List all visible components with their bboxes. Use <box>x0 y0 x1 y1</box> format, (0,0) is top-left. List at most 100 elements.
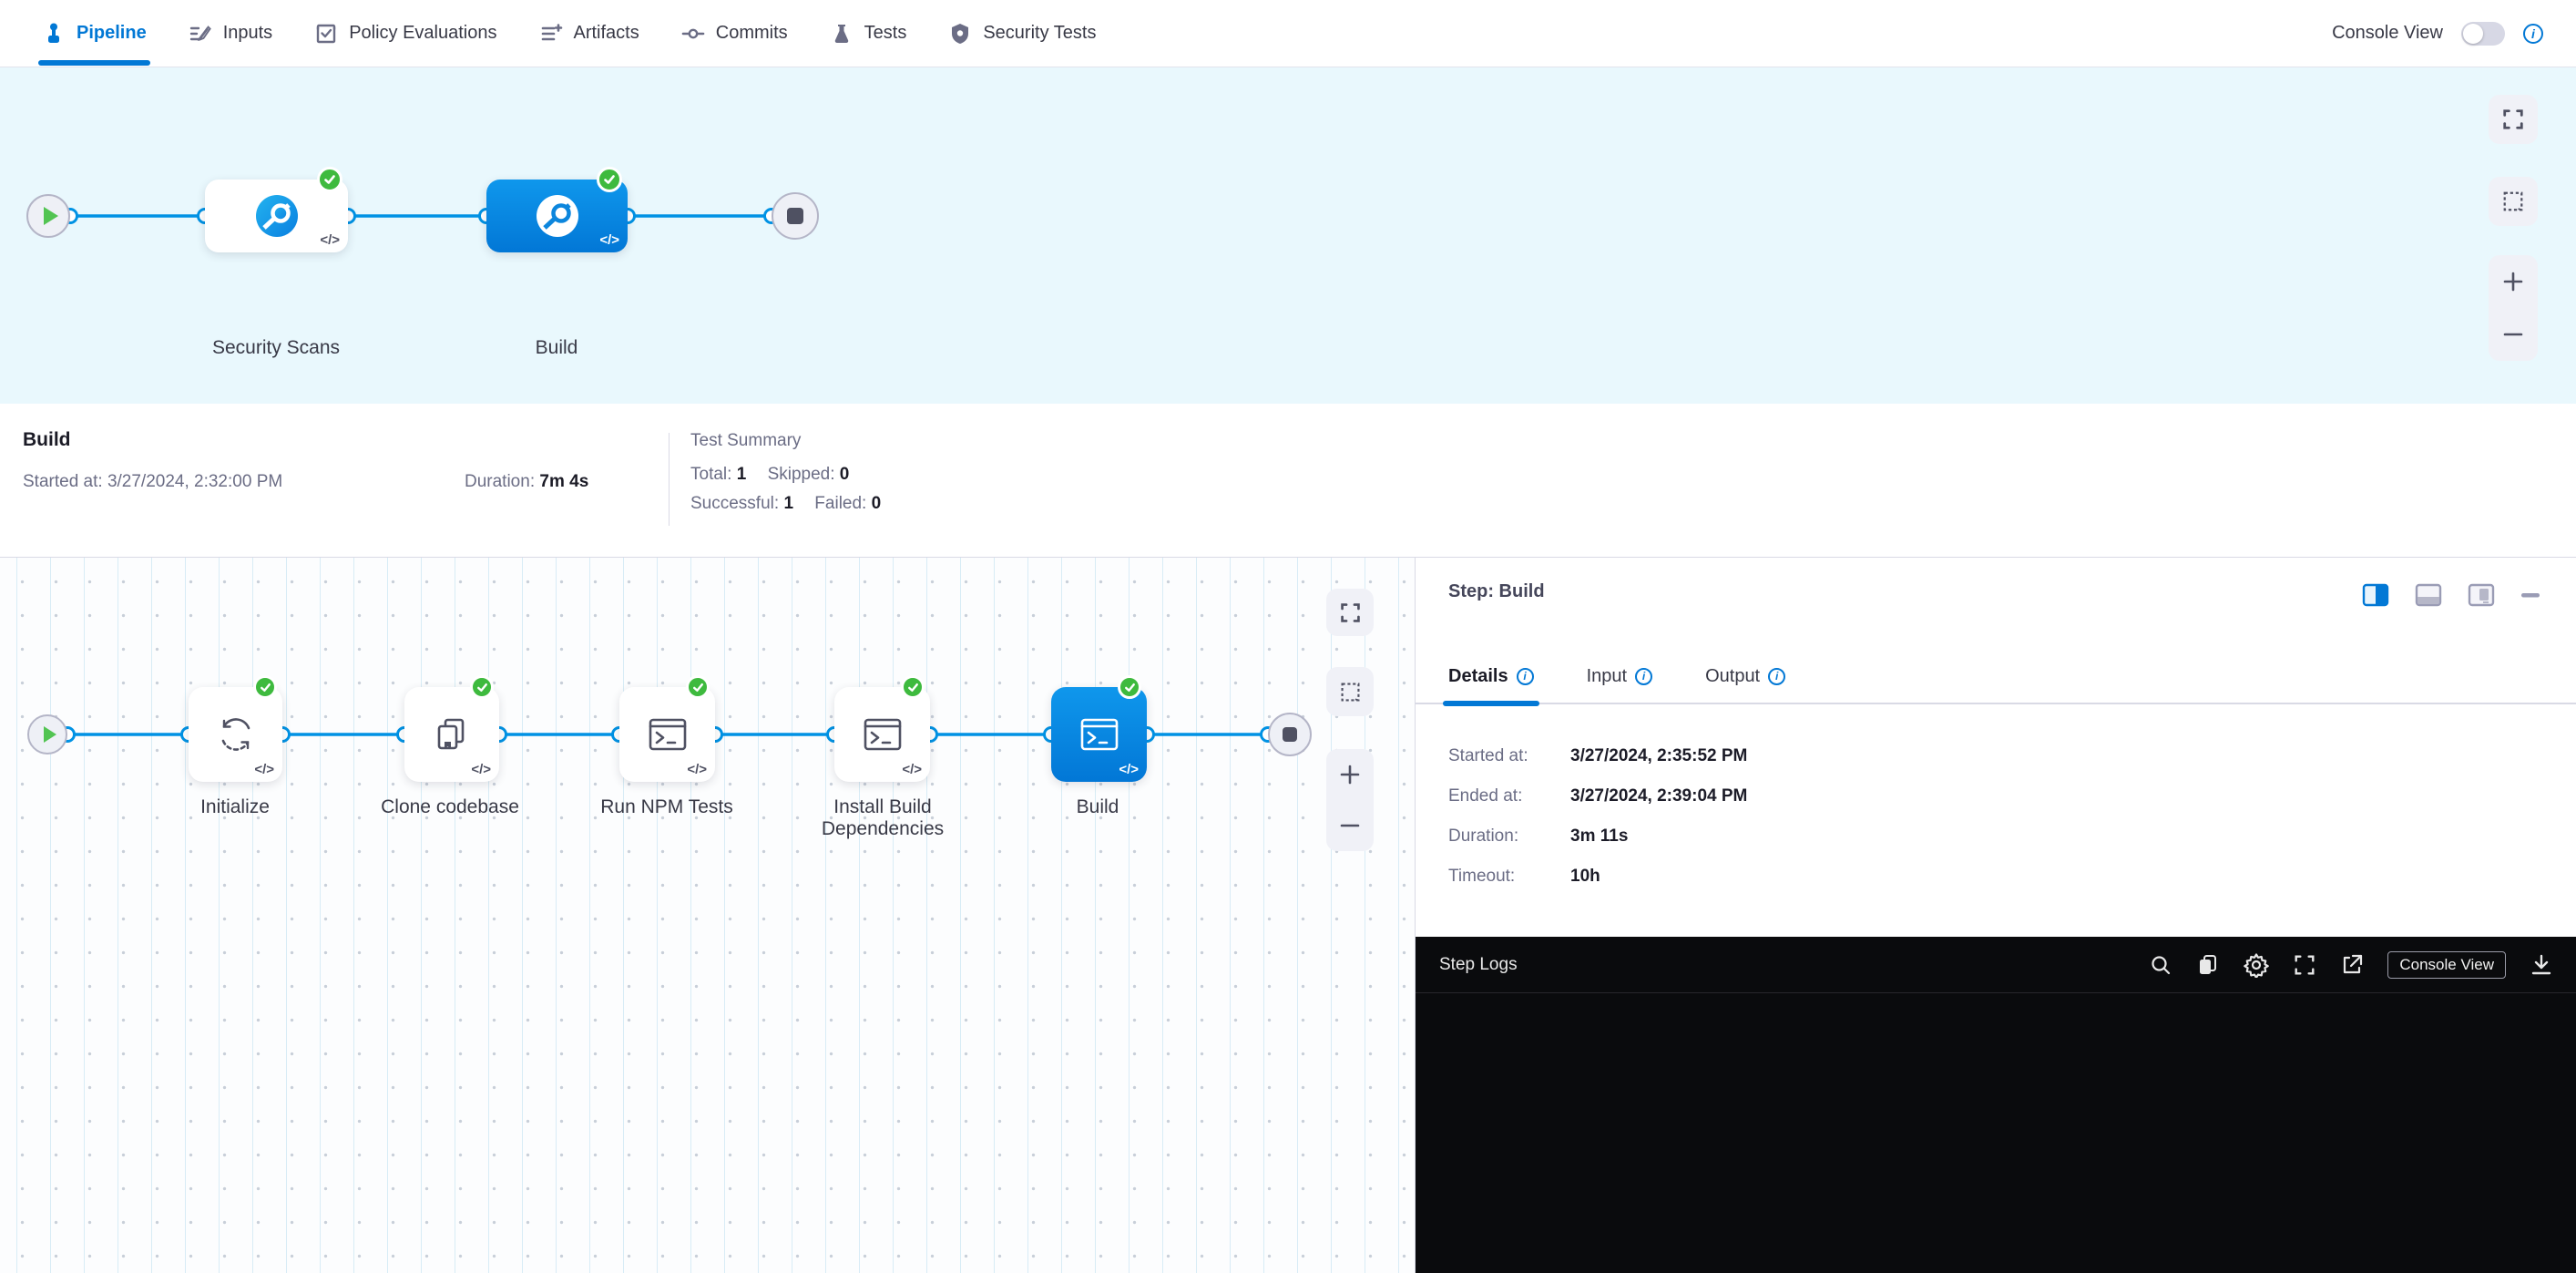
tab-input[interactable]: Input i <box>1587 648 1652 704</box>
duration-label: Duration: <box>465 472 535 491</box>
tab-tests[interactable]: Tests <box>830 0 907 67</box>
zoom-in-button[interactable] <box>2502 271 2524 293</box>
marquee-select-button[interactable] <box>1326 667 1374 716</box>
tab-inputs[interactable]: Inputs <box>189 0 272 67</box>
input-info-icon[interactable]: i <box>1635 668 1652 685</box>
toggle-knob <box>2463 24 2483 44</box>
step-node-build[interactable]: </> <box>1051 687 1147 782</box>
step-logs-header: Step Logs <box>1416 937 2576 993</box>
zoom-out-button[interactable] <box>1339 815 1361 837</box>
tab-label: Tests <box>864 23 907 44</box>
step-node-run-npm-tests[interactable]: </> <box>619 687 715 782</box>
details-info-icon[interactable]: i <box>1517 668 1534 685</box>
failed-value: 0 <box>872 494 882 513</box>
fullscreen-icon[interactable] <box>2293 953 2316 977</box>
layout-split-right-icon[interactable] <box>2361 581 2390 609</box>
detail-row: Duration: 3m 11s <box>1448 816 1747 857</box>
open-external-icon[interactable] <box>2340 953 2364 977</box>
log-lines[interactable]: 18326info3/27/2024, 2:38:59 PM[18:38:59]… <box>1416 993 2576 1268</box>
tab-label: Pipeline <box>77 23 147 44</box>
step-panel-tabs: Details i Input i Output i <box>1416 648 2576 704</box>
success-badge <box>686 675 710 699</box>
tab-pipeline[interactable]: Pipeline <box>42 0 147 67</box>
tab-label: Commits <box>716 23 788 44</box>
stage-connectors <box>0 67 2576 404</box>
log-line: 18329info3/27/2024, 2:38:59 PM[18:38:59]… <box>1416 1101 2576 1134</box>
detail-row: Started at: 3/27/2024, 2:35:52 PM <box>1448 736 1747 776</box>
success-badge <box>597 167 622 192</box>
clone-copy-icon <box>428 711 475 758</box>
tab-label: Input <box>1587 666 1627 687</box>
step-start-node[interactable] <box>27 714 67 755</box>
console-view-button[interactable]: Console View <box>2387 951 2506 979</box>
success-badge <box>1118 675 1141 699</box>
tab-output[interactable]: Output i <box>1705 648 1785 704</box>
policy-check-icon <box>314 22 338 46</box>
info-icon[interactable]: i <box>2523 24 2543 44</box>
skipped-value: 0 <box>840 465 850 484</box>
tab-details[interactable]: Details i <box>1448 648 1534 704</box>
detail-value: 3/27/2024, 2:35:52 PM <box>1570 746 1747 766</box>
tab-artifacts[interactable]: Artifacts <box>539 0 639 67</box>
tab-commits[interactable]: Commits <box>681 0 788 67</box>
tab-label: Artifacts <box>574 23 639 44</box>
log-line: 18333info3/27/2024, 2:38:59 PM[18:38:59]… <box>1416 1234 2576 1268</box>
stop-icon <box>1283 727 1297 742</box>
tab-label: Inputs <box>223 23 272 44</box>
layout-split-bottom-icon[interactable] <box>2414 581 2443 609</box>
detail-row: Ended at: 3/27/2024, 2:39:04 PM <box>1448 776 1747 816</box>
layout-floating-panel-icon[interactable] <box>2467 581 2496 609</box>
tab-security-tests[interactable]: Security Tests <box>948 0 1096 67</box>
artifacts-icon <box>539 22 563 46</box>
stage-label: Build <box>452 337 661 359</box>
failed-label: Failed: <box>814 494 866 513</box>
stage-label: Security Scans <box>171 337 381 359</box>
tab-policy-evaluations[interactable]: Policy Evaluations <box>314 0 496 67</box>
download-icon[interactable] <box>2530 953 2553 977</box>
pipeline-icon <box>42 22 66 46</box>
search-icon[interactable] <box>2149 953 2172 977</box>
tests-flask-icon <box>830 22 854 46</box>
settings-gear-icon[interactable] <box>2244 952 2269 978</box>
stage-start-node[interactable] <box>26 194 70 238</box>
play-icon <box>44 726 56 743</box>
copy-icon[interactable] <box>2196 953 2220 977</box>
detail-row: Timeout: 10h <box>1448 857 1747 897</box>
step-node-clone-codebase[interactable]: </> <box>404 687 499 782</box>
build-summary: Build Started at: 3/27/2024, 2:32:00 PM … <box>0 404 2576 558</box>
step-node-initialize[interactable]: </> <box>189 687 282 782</box>
step-execution-canvas[interactable]: </> </> <box>0 558 1415 1273</box>
code-glyph: </> <box>902 762 922 777</box>
test-summary-row-1: Total: 1 Skipped: 0 <box>690 465 865 485</box>
console-view-toggle[interactable] <box>2461 22 2505 46</box>
security-scan-icon <box>254 193 300 239</box>
fullscreen-button[interactable] <box>1326 589 1374 636</box>
stage-pipeline-canvas[interactable]: </> </> Security Scans Build <box>0 67 2576 404</box>
success-badge <box>253 675 277 699</box>
marquee-select-button[interactable] <box>2489 177 2538 226</box>
detail-label: Started at: <box>1448 746 1570 766</box>
zoom-out-button[interactable] <box>2502 323 2524 345</box>
code-glyph: </> <box>320 232 340 248</box>
log-line: 18331info3/27/2024, 2:38:59 PM[18:38:59]… <box>1416 1167 2576 1201</box>
step-node-install-build-dependencies[interactable]: </> <box>834 687 930 782</box>
step-end-node[interactable] <box>1268 713 1312 756</box>
log-line: 18332info3/27/2024, 2:38:59 PM[18:38:59]… <box>1416 1201 2576 1235</box>
step-panel-title: Step: Build <box>1448 581 1545 602</box>
tab-label: Security Tests <box>983 23 1096 44</box>
duration-value: 7m 4s <box>539 472 588 491</box>
output-info-icon[interactable]: i <box>1768 668 1785 685</box>
step-label: Run NPM Tests <box>562 796 772 818</box>
code-glyph: </> <box>1119 762 1139 777</box>
stage-end-node[interactable] <box>772 192 819 240</box>
step-logs-panel: Step Logs <box>1416 937 2576 1273</box>
fullscreen-button[interactable] <box>2489 95 2538 144</box>
tab-label: Output <box>1705 666 1760 687</box>
zoom-in-button[interactable] <box>1339 764 1361 785</box>
code-glyph: </> <box>254 762 274 777</box>
step-logs-title: Step Logs <box>1439 955 1518 975</box>
tab-label: Policy Evaluations <box>349 23 496 44</box>
step-label: Initialize <box>130 796 340 818</box>
collapse-panel-icon[interactable] <box>2520 581 2541 609</box>
detail-value: 3/27/2024, 2:39:04 PM <box>1570 786 1747 806</box>
